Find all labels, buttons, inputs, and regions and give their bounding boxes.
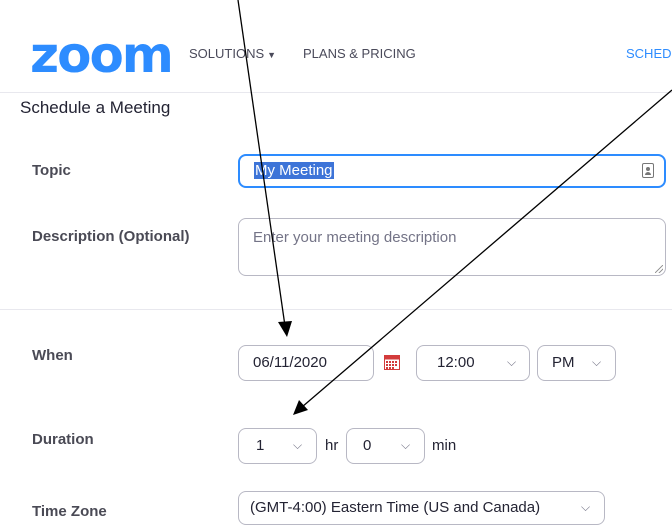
chevron-down-icon: ⌵ <box>592 355 602 369</box>
calendar-icon[interactable] <box>384 355 400 370</box>
nav-solutions[interactable]: SOLUTIONS ▼ <box>189 46 276 61</box>
hours-unit-label: hr <box>325 437 339 454</box>
nav-schedule-link[interactable]: SCHED <box>626 46 672 61</box>
nav-plans-pricing[interactable]: PLANS & PRICING <box>303 46 416 61</box>
topic-value: My Meeting <box>254 162 334 179</box>
time-zone-value: (GMT-4:00) Eastern Time (US and Canada) <box>250 499 541 516</box>
chevron-down-icon: ⌵ <box>401 438 411 452</box>
date-value: 06/11/2020 <box>253 354 327 371</box>
chevron-down-icon: ⌵ <box>293 438 303 452</box>
time-zone-label: Time Zone <box>32 503 107 520</box>
ampm-value: PM <box>552 354 575 371</box>
nav-solutions-label: SOLUTIONS <box>189 46 265 61</box>
description-placeholder: Enter your meeting description <box>253 229 457 246</box>
topic-input[interactable]: My Meeting <box>238 154 666 188</box>
duration-minutes-select[interactable]: 0 ⌵ <box>346 428 425 464</box>
header-divider <box>0 92 672 93</box>
ampm-select[interactable]: PM ⌵ <box>537 345 616 381</box>
duration-label: Duration <box>32 431 94 448</box>
section-divider <box>0 309 672 310</box>
duration-hours-select[interactable]: 1 ⌵ <box>238 428 317 464</box>
time-zone-select[interactable]: (GMT-4:00) Eastern Time (US and Canada) … <box>238 491 605 525</box>
duration-minutes-value: 0 <box>363 437 372 454</box>
resize-grip-icon[interactable] <box>655 265 663 273</box>
date-input[interactable]: 06/11/2020 <box>238 345 374 381</box>
duration-hours-value: 1 <box>256 437 265 454</box>
topic-label: Topic <box>32 162 71 179</box>
contact-card-icon[interactable] <box>642 163 654 178</box>
time-value: 12:00 <box>437 354 475 371</box>
page-title: Schedule a Meeting <box>20 98 171 117</box>
chevron-down-icon: ⌵ <box>581 500 591 514</box>
description-textarea[interactable]: Enter your meeting description <box>238 218 666 276</box>
description-label: Description (Optional) <box>32 228 190 245</box>
zoom-logo[interactable]: zoom <box>30 30 174 80</box>
time-select[interactable]: 12:00 ⌵ <box>416 345 530 381</box>
caret-down-icon: ▼ <box>267 50 277 60</box>
minutes-unit-label: min <box>432 437 457 454</box>
when-label: When <box>32 347 73 364</box>
chevron-down-icon: ⌵ <box>507 355 517 369</box>
